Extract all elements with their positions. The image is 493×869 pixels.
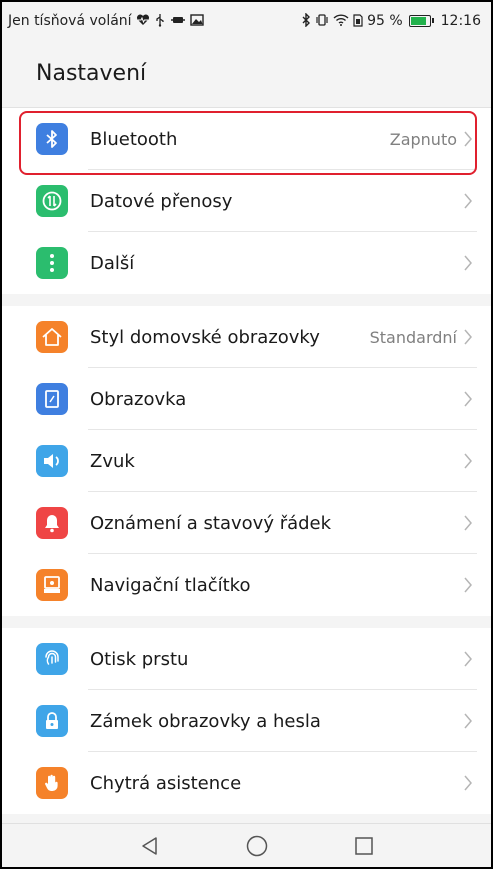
speaker-icon	[36, 445, 68, 477]
chevron-right-icon	[464, 193, 472, 209]
settings-item-label: Navigační tlačítko	[90, 574, 251, 596]
settings-item-label: Obrazovka	[90, 388, 187, 410]
settings-group-connectivity: Bluetooth Zapnuto Datové přenosy Další	[2, 108, 491, 294]
settings-item-label: Otisk prstu	[90, 648, 189, 670]
settings-item-smart-assistance[interactable]: Chytrá asistence	[2, 752, 491, 814]
settings-item-label: Další	[90, 252, 135, 274]
settings-item-value: Zapnuto	[389, 129, 457, 149]
settings-item-label: Bluetooth	[90, 128, 178, 150]
usb-icon	[154, 13, 166, 29]
navigation-key-icon	[36, 569, 68, 601]
gallery-icon	[189, 14, 204, 28]
wifi-icon	[333, 14, 349, 28]
chevron-right-icon	[464, 329, 472, 345]
display-icon	[36, 383, 68, 415]
page-title: Nastavení	[36, 61, 147, 86]
settings-item-label: Styl domovské obrazovky	[90, 326, 320, 348]
settings-item-label: Datové přenosy	[90, 190, 233, 212]
status-bar: Jen tísňová volání 95 % 12:16	[2, 2, 491, 40]
page-header: Nastavení	[2, 40, 491, 108]
settings-item-display[interactable]: Obrazovka	[2, 368, 491, 430]
chevron-right-icon	[464, 713, 472, 729]
data-transfer-icon	[36, 185, 68, 217]
carrier-text: Jen tísňová volání	[8, 13, 132, 29]
navigation-bar	[2, 823, 491, 867]
recents-icon[interactable]	[350, 832, 378, 860]
battery-percent: 95 %	[367, 13, 403, 29]
settings-item-more[interactable]: Další	[2, 232, 491, 294]
settings-item-label: Oznámení a stavový řádek	[90, 512, 332, 534]
settings-list: Bluetooth Zapnuto Datové přenosy Další S…	[2, 108, 491, 814]
settings-item-bluetooth[interactable]: Bluetooth Zapnuto	[2, 108, 491, 170]
chevron-right-icon	[464, 651, 472, 667]
home-icon	[36, 321, 68, 353]
home-circle-icon[interactable]	[243, 832, 271, 860]
vibrate-icon	[315, 14, 329, 28]
chevron-right-icon	[464, 775, 472, 791]
chevron-right-icon	[464, 515, 472, 531]
bluetooth-icon	[36, 123, 68, 155]
hand-icon	[36, 767, 68, 799]
settings-item-label: Zámek obrazovky a hesla	[90, 710, 321, 732]
settings-item-navigation-key[interactable]: Navigační tlačítko	[2, 554, 491, 616]
settings-item-value: Standardní	[369, 327, 457, 347]
back-icon[interactable]	[136, 832, 164, 860]
settings-item-fingerprint[interactable]: Otisk prstu	[2, 628, 491, 690]
settings-item-label: Zvuk	[90, 450, 135, 472]
chevron-right-icon	[464, 577, 472, 593]
battery-icon	[408, 15, 434, 27]
settings-item-sound[interactable]: Zvuk	[2, 430, 491, 492]
settings-item-notifications[interactable]: Oznámení a stavový řádek	[2, 492, 491, 554]
sim-icon	[353, 13, 363, 29]
phone-screen: Jen tísňová volání 95 % 12:16 Nastavení …	[0, 0, 493, 869]
clock: 12:16	[440, 13, 481, 29]
chevron-right-icon	[464, 391, 472, 407]
chevron-right-icon	[464, 131, 472, 147]
fingerprint-icon	[36, 643, 68, 675]
chevron-right-icon	[464, 255, 472, 271]
settings-item-screen-lock[interactable]: Zámek obrazovky a hesla	[2, 690, 491, 752]
settings-group-security: Otisk prstu Zámek obrazovky a hesla Chyt…	[2, 628, 491, 814]
chevron-right-icon	[464, 453, 472, 469]
settings-item-data-transfer[interactable]: Datové přenosy	[2, 170, 491, 232]
settings-item-label: Chytrá asistence	[90, 772, 242, 794]
heart-monitor-icon	[136, 14, 150, 28]
settings-item-home-screen-style[interactable]: Styl domovské obrazovky Standardní	[2, 306, 491, 368]
bluetooth-status-icon	[301, 12, 311, 29]
bell-icon	[36, 507, 68, 539]
more-icon	[36, 247, 68, 279]
usb-debug-icon	[170, 14, 186, 28]
settings-group-display: Styl domovské obrazovky Standardní Obraz…	[2, 306, 491, 616]
lock-icon	[36, 705, 68, 737]
